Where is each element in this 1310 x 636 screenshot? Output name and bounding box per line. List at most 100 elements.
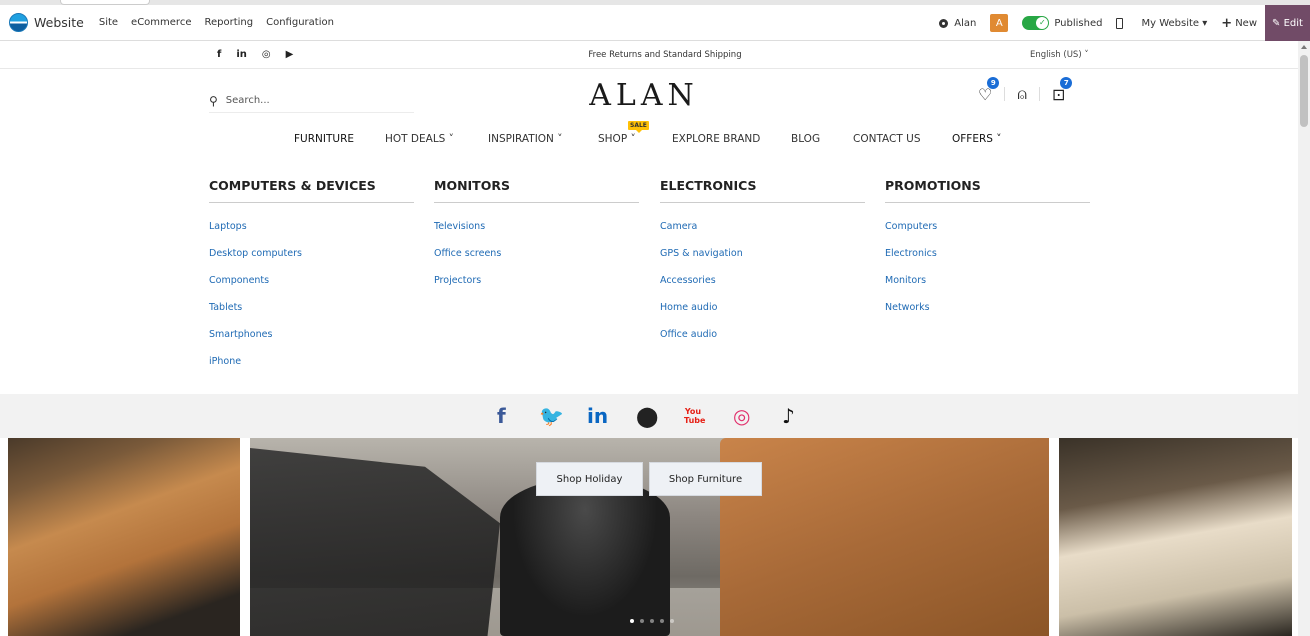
user-menu[interactable]: Alan — [939, 18, 976, 29]
slider-dot[interactable] — [640, 619, 644, 623]
menu-site[interactable]: Site — [99, 17, 118, 28]
language-selector[interactable]: English (US) ˅ — [1030, 50, 1089, 60]
divider — [1004, 87, 1006, 101]
table-shape — [500, 478, 670, 636]
sale-badge: SALE — [628, 121, 649, 133]
social-icons-row: f 🐦 in ⬤ You Tube ◎ ♪ — [0, 394, 1298, 438]
odoo-top-bar: Website Site eCommerce Reporting Configu… — [0, 5, 1310, 41]
website-switcher[interactable]: My Website ▾ — [1141, 18, 1207, 29]
instagram-icon[interactable]: ◎ — [733, 404, 750, 428]
menu-link-office-audio[interactable]: Office audio — [660, 329, 865, 356]
menu-link-networks[interactable]: Networks — [885, 302, 1090, 329]
hero-image-right — [1059, 438, 1292, 636]
nav-inspiration[interactable]: INSPIRATION ˅ — [488, 133, 563, 145]
menu-link-projectors[interactable]: Projectors — [434, 275, 639, 302]
menu-link-gps-navigation[interactable]: GPS & navigation — [660, 248, 865, 275]
avatar-menu[interactable]: A — [990, 14, 1009, 32]
menu-link-electronics[interactable]: Electronics — [885, 248, 1090, 275]
odoo-app-icon — [9, 13, 28, 32]
twitter-icon[interactable]: 🐦 — [539, 404, 564, 428]
slider-dots — [630, 619, 680, 623]
nav-contact-us[interactable]: CONTACT US — [853, 133, 920, 145]
slider-dot[interactable] — [670, 619, 674, 623]
website-switcher-label: My Website ▾ — [1141, 17, 1208, 29]
wishlist-button[interactable]: ♡ 9 — [978, 76, 1000, 104]
publish-toggle[interactable]: Published — [1022, 16, 1102, 30]
new-button[interactable]: + New — [1221, 16, 1257, 31]
facebook-icon[interactable]: f — [497, 404, 506, 428]
menu-link-laptops[interactable]: Laptops — [209, 221, 414, 248]
search-box[interactable]: ⚲ Search... — [209, 89, 414, 113]
main-navigation: FURNITURE HOT DEALS ˅ INSPIRATION ˅ SHOP… — [0, 133, 1298, 153]
menu-configuration[interactable]: Configuration — [266, 17, 334, 28]
cart-button[interactable]: ⊡ 7 — [1052, 76, 1073, 104]
site-logo[interactable]: ALAN — [544, 78, 744, 113]
slider-dot[interactable] — [630, 619, 634, 623]
menu-link-smartphones[interactable]: Smartphones — [209, 329, 414, 356]
mobile-icon — [1116, 17, 1124, 29]
toggle-switch[interactable] — [1022, 16, 1050, 30]
search-icon: ⚲ — [209, 93, 218, 108]
mega-menu-column-computers: COMPUTERS & DEVICES Laptops Desktop comp… — [209, 178, 414, 383]
page: Website Site eCommerce Reporting Configu… — [0, 0, 1310, 636]
nav-shop[interactable]: SHOP ˅ — [598, 133, 636, 145]
header-icons: ♡ 9 ⍝ ⊡ 7 — [978, 76, 1073, 104]
menu-link-desktop-computers[interactable]: Desktop computers — [209, 248, 414, 275]
hero-image-left — [8, 438, 240, 636]
app-menu: Site eCommerce Reporting Configuration — [99, 17, 347, 28]
linkedin-icon[interactable]: in — [587, 404, 608, 428]
github-icon[interactable]: ⬤ — [636, 404, 658, 428]
divider — [1038, 87, 1040, 101]
menu-link-components[interactable]: Components — [209, 275, 414, 302]
new-button-label: New — [1235, 17, 1257, 29]
nav-offers[interactable]: OFFERS ˅ — [952, 133, 1002, 145]
menu-link-office-screens[interactable]: Office screens — [434, 248, 639, 275]
shop-holiday-button[interactable]: Shop Holiday — [536, 462, 643, 496]
scrollbar-thumb[interactable] — [1300, 55, 1308, 127]
top-bar-right: Alan A Published My Website ▾ + New ✎ Ed… — [939, 5, 1310, 41]
menu-ecommerce[interactable]: eCommerce — [131, 17, 191, 28]
avatar: A — [990, 14, 1009, 32]
promo-text: Free Returns and Standard Shipping — [588, 50, 742, 60]
column-title: COMPUTERS & DEVICES — [209, 178, 414, 203]
scroll-up-arrow-icon[interactable] — [1301, 45, 1307, 49]
menu-link-computers[interactable]: Computers — [885, 221, 1090, 248]
website-app-brand[interactable]: Website — [0, 13, 84, 32]
menu-link-home-audio[interactable]: Home audio — [660, 302, 865, 329]
cart-count-badge: 7 — [1060, 76, 1073, 89]
slider-dot[interactable] — [660, 619, 664, 623]
mega-menu-column-promotions: PROMOTIONS Computers Electronics Monitor… — [885, 178, 1090, 329]
nav-hot-deals[interactable]: HOT DEALS ˅ — [385, 133, 454, 145]
menu-reporting[interactable]: Reporting — [204, 17, 253, 28]
page-scrollbar[interactable] — [1298, 41, 1310, 636]
shop-furniture-button[interactable]: Shop Furniture — [649, 462, 762, 496]
youtube-icon[interactable]: You Tube — [684, 407, 705, 425]
edit-button[interactable]: ✎ Edit — [1265, 5, 1310, 41]
search-input[interactable]: Search... — [226, 95, 270, 106]
column-title: PROMOTIONS — [885, 178, 1090, 203]
column-title: MONITORS — [434, 178, 639, 203]
sofa-shape — [720, 438, 1049, 636]
menu-link-tablets[interactable]: Tablets — [209, 302, 414, 329]
wishlist-count-badge: 9 — [987, 76, 1000, 89]
nav-blog[interactable]: BLOG — [791, 133, 820, 145]
user-icon: ⍝ — [1017, 84, 1027, 103]
hero-slider[interactable]: Shop Holiday Shop Furniture — [250, 438, 1049, 636]
menu-link-accessories[interactable]: Accessories — [660, 275, 865, 302]
menu-link-monitors[interactable]: Monitors — [885, 275, 1090, 302]
menu-link-camera[interactable]: Camera — [660, 221, 865, 248]
plus-icon: + — [1221, 15, 1233, 31]
gear-icon — [939, 18, 949, 28]
published-label: Published — [1054, 17, 1103, 29]
nav-furniture[interactable]: FURNITURE — [294, 133, 354, 145]
mobile-preview-button[interactable] — [1116, 17, 1127, 29]
tiktok-icon[interactable]: ♪ — [782, 404, 795, 428]
mega-menu-column-monitors: MONITORS Televisions Office screens Proj… — [434, 178, 639, 302]
nav-explore-brand[interactable]: EXPLORE BRAND — [672, 133, 760, 145]
menu-link-iphone[interactable]: iPhone — [209, 356, 414, 383]
slider-dot[interactable] — [650, 619, 654, 623]
pencil-icon: ✎ — [1272, 17, 1284, 29]
account-button[interactable]: ⍝ — [1017, 84, 1027, 104]
menu-link-televisions[interactable]: Televisions — [434, 221, 639, 248]
app-name: Website — [34, 15, 84, 30]
